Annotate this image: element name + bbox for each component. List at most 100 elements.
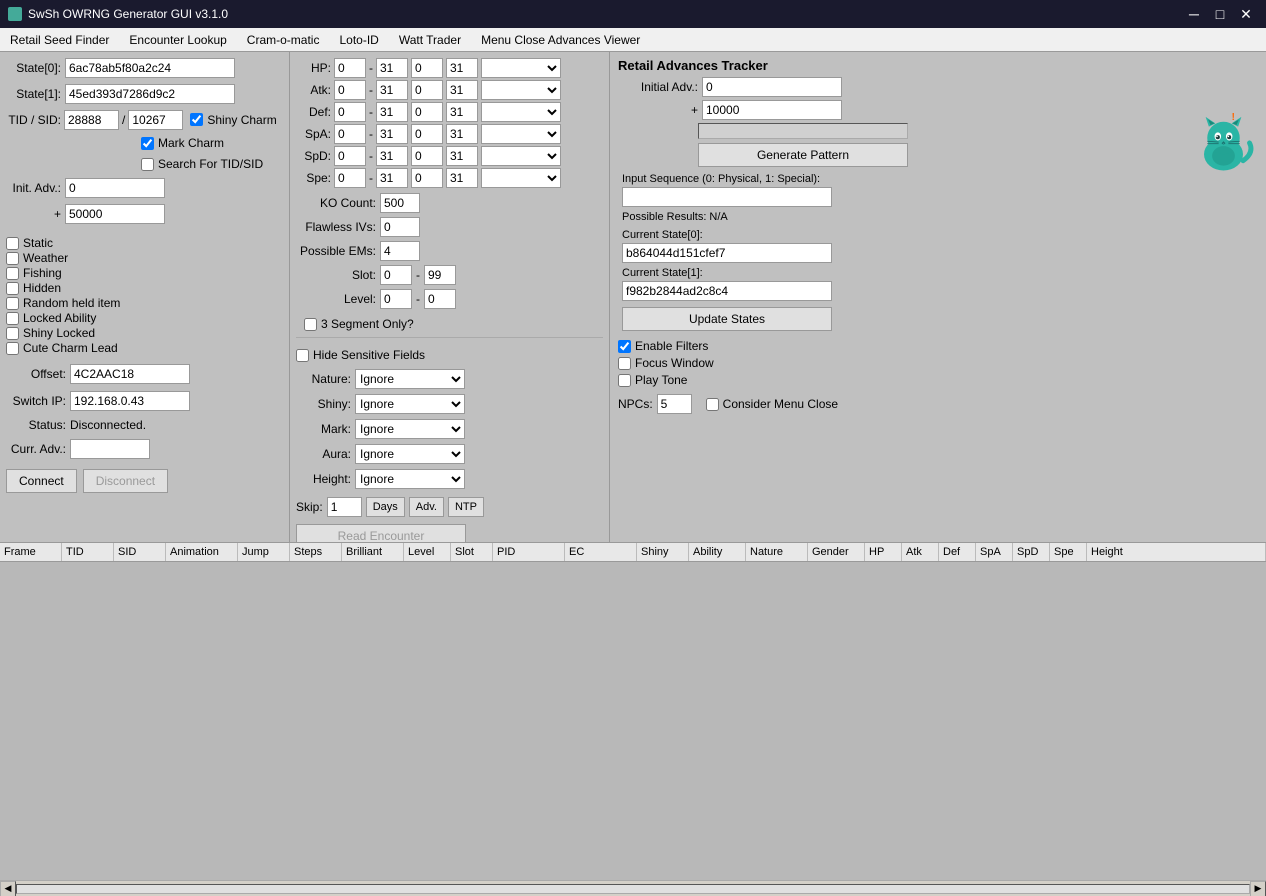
minimize-button[interactable]: ─ (1182, 4, 1206, 24)
hp-max2-input[interactable] (446, 58, 478, 78)
curr-adv-input[interactable] (70, 439, 150, 459)
def-dropdown[interactable] (481, 102, 561, 122)
plus-tracker-input[interactable] (702, 100, 842, 120)
menu-retail-seed-finder[interactable]: Retail Seed Finder (4, 31, 115, 49)
shiny-select[interactable]: Ignore (355, 394, 465, 414)
spd-dropdown[interactable] (481, 146, 561, 166)
current-state1-input[interactable] (622, 281, 832, 301)
tid-input[interactable] (64, 110, 119, 130)
state1-input[interactable] (65, 84, 235, 104)
spa-max-input[interactable] (376, 124, 408, 144)
height-filter-label: Height: (296, 472, 351, 486)
current-state0-input[interactable] (622, 243, 832, 263)
menu-encounter-lookup[interactable]: Encounter Lookup (123, 31, 232, 49)
spe-min2-input[interactable] (411, 168, 443, 188)
adv-button[interactable]: Adv. (409, 497, 444, 517)
npcs-input[interactable] (657, 394, 692, 414)
atk-min2-input[interactable] (411, 80, 443, 100)
initial-adv-input[interactable] (702, 77, 842, 97)
consider-menu-close-checkbox[interactable] (706, 398, 719, 411)
static-checkbox[interactable] (6, 237, 19, 250)
weather-checkbox[interactable] (6, 252, 19, 265)
menu-close-advances-viewer[interactable]: Menu Close Advances Viewer (475, 31, 646, 49)
spd-min2-input[interactable] (411, 146, 443, 166)
cute-charm-lead-checkbox[interactable] (6, 342, 19, 355)
hp-min-input[interactable] (334, 58, 366, 78)
spa-dropdown[interactable] (481, 124, 561, 144)
window-controls[interactable]: ─ □ ✕ (1182, 4, 1258, 24)
atk-max2-input[interactable] (446, 80, 478, 100)
spe-dropdown[interactable] (481, 168, 561, 188)
spd-max2-input[interactable] (446, 146, 478, 166)
slot-max-input[interactable] (424, 265, 456, 285)
possible-ems-input[interactable] (380, 241, 420, 261)
atk-dropdown[interactable] (481, 80, 561, 100)
days-button[interactable]: Days (366, 497, 405, 517)
nature-select[interactable]: Ignore (355, 369, 465, 389)
def-max-input[interactable] (376, 102, 408, 122)
menu-watt-trader[interactable]: Watt Trader (393, 31, 467, 49)
left-panel: State[0]: State[1]: TID / SID: / Shiny C… (0, 52, 290, 542)
spa-min2-input[interactable] (411, 124, 443, 144)
sid-input[interactable] (128, 110, 183, 130)
spe-max2-input[interactable] (446, 168, 478, 188)
locked-ability-checkbox[interactable] (6, 312, 19, 325)
maximize-button[interactable]: □ (1208, 4, 1232, 24)
state0-input[interactable] (65, 58, 235, 78)
def-max2-input[interactable] (446, 102, 478, 122)
close-button[interactable]: ✕ (1234, 4, 1258, 24)
hide-sensitive-checkbox[interactable] (296, 349, 309, 362)
segment-only-checkbox[interactable] (304, 318, 317, 331)
def-min2-input[interactable] (411, 102, 443, 122)
col-height: Height (1087, 543, 1266, 561)
play-tone-checkbox[interactable] (618, 374, 631, 387)
ntp-button[interactable]: NTP (448, 497, 484, 517)
slot-min-input[interactable] (380, 265, 412, 285)
gray-bar (698, 123, 908, 139)
mark-charm-checkbox[interactable] (141, 137, 154, 150)
hidden-checkbox[interactable] (6, 282, 19, 295)
offset-input[interactable] (70, 364, 190, 384)
input-seq-input[interactable] (622, 187, 832, 207)
shiny-charm-checkbox[interactable] (190, 113, 203, 126)
spd-max-input[interactable] (376, 146, 408, 166)
plus-adv-input[interactable] (65, 204, 165, 224)
switch-ip-input[interactable] (70, 391, 190, 411)
menu-loto-id[interactable]: Loto-ID (333, 31, 384, 49)
level-min-input[interactable] (380, 289, 412, 309)
level-max-input[interactable] (424, 289, 456, 309)
enable-filters-checkbox[interactable] (618, 340, 631, 353)
menu-cram-o-matic[interactable]: Cram-o-matic (241, 31, 326, 49)
generate-pattern-button[interactable]: Generate Pattern (698, 143, 908, 167)
def-min-input[interactable] (334, 102, 366, 122)
atk-min-input[interactable] (334, 80, 366, 100)
spa-max2-input[interactable] (446, 124, 478, 144)
spe-min-input[interactable] (334, 168, 366, 188)
init-adv-input[interactable] (65, 178, 165, 198)
hp-dropdown[interactable] (481, 58, 561, 78)
atk-max-input[interactable] (376, 80, 408, 100)
flawless-ivs-input[interactable] (380, 217, 420, 237)
random-held-item-checkbox[interactable] (6, 297, 19, 310)
update-states-button[interactable]: Update States (622, 307, 832, 331)
hp-min2-input[interactable] (411, 58, 443, 78)
spe-max-input[interactable] (376, 168, 408, 188)
skip-input[interactable] (327, 497, 362, 517)
mark-select[interactable]: Ignore (355, 419, 465, 439)
height-select[interactable]: Ignore (355, 469, 465, 489)
focus-window-checkbox[interactable] (618, 357, 631, 370)
search-tid-sid-checkbox[interactable] (141, 158, 154, 171)
spa-min-input[interactable] (334, 124, 366, 144)
connect-button[interactable]: Connect (6, 469, 77, 493)
shiny-locked-checkbox[interactable] (6, 327, 19, 340)
ko-count-input[interactable] (380, 193, 420, 213)
spd-min-input[interactable] (334, 146, 366, 166)
hp-max-input[interactable] (376, 58, 408, 78)
scroll-left-arrow[interactable]: ◀ (0, 881, 16, 896)
scroll-right-arrow[interactable]: ▶ (1250, 881, 1266, 896)
scroll-track[interactable] (16, 884, 1250, 894)
disconnect-button[interactable]: Disconnect (83, 469, 168, 493)
fishing-checkbox[interactable] (6, 267, 19, 280)
aura-select[interactable]: Ignore (355, 444, 465, 464)
horizontal-scrollbar[interactable]: ◀ ▶ (0, 880, 1266, 896)
